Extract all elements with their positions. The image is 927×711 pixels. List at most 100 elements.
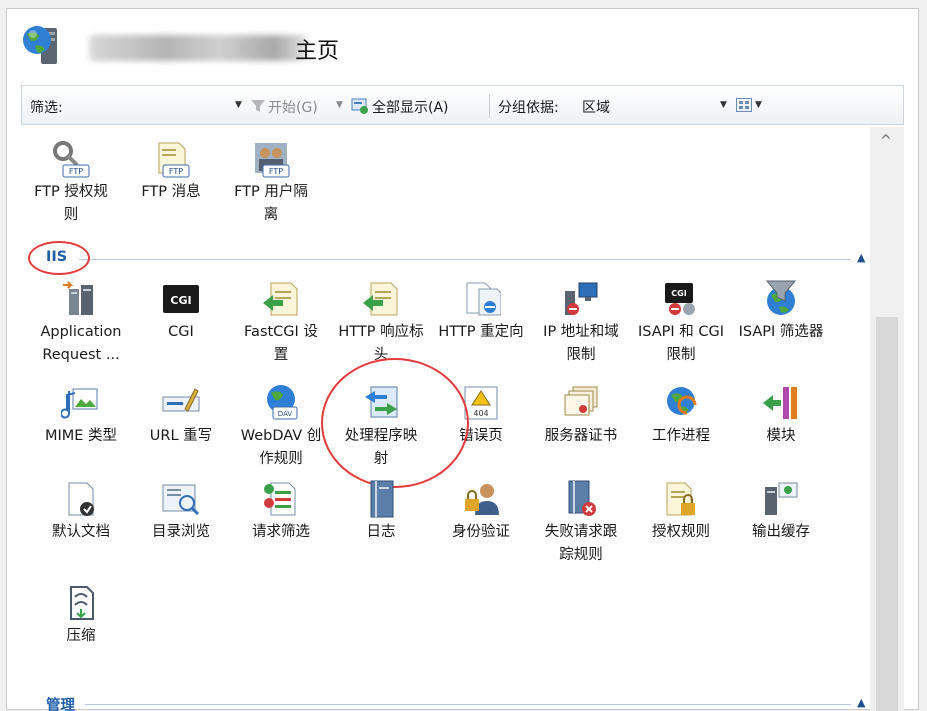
feature-fastcgi[interactable]: FastCGI 设 置 xyxy=(231,279,331,367)
collapse-manage-icon[interactable]: ▲ xyxy=(857,696,865,709)
feature-ftp-messages[interactable]: FTP FTP 消息 xyxy=(121,139,221,204)
page-title: 主页 xyxy=(295,39,340,64)
feature-label: WebDAV 创 作规则 xyxy=(240,428,322,467)
ip-domain-restrictions-icon xyxy=(565,282,598,315)
feature-label: 服务器证书 xyxy=(544,428,618,444)
feature-mime-types[interactable]: MIME 类型 xyxy=(31,383,131,448)
feature-request-filtering[interactable]: 请求筛选 xyxy=(231,479,331,544)
feature-url-rewrite[interactable]: URL 重写 xyxy=(131,383,231,448)
filter-dropdown-arrow-icon[interactable]: ▼ xyxy=(235,100,242,110)
svg-text:CGI: CGI xyxy=(170,294,191,307)
ftp-messages-icon: FTP xyxy=(158,142,190,178)
page-header: 主页 xyxy=(7,9,920,84)
show-all-button[interactable]: 全部显示(A) xyxy=(372,97,449,117)
group-by-value: 区域 xyxy=(582,100,610,116)
feature-label: Application Request ... xyxy=(40,324,122,363)
feature-ftp-authorization[interactable]: FTP FTP 授权规 则 xyxy=(21,139,121,227)
ftp-authorization-icon: FTP xyxy=(53,141,90,178)
feature-webdav[interactable]: DAV WebDAV 创 作规则 xyxy=(231,383,331,471)
group-by-dropdown-arrow-icon[interactable]: ▼ xyxy=(720,100,727,110)
feature-http-redirect[interactable]: HTTP 重定向 xyxy=(431,279,531,344)
compression-icon xyxy=(70,586,94,620)
toolbar-separator xyxy=(489,94,490,118)
ftp-user-isolation-icon: FTP xyxy=(255,143,290,178)
modules-icon xyxy=(763,387,797,419)
feature-label: 默认文档 xyxy=(52,524,110,540)
http-response-headers-icon xyxy=(363,282,398,316)
default-document-icon xyxy=(68,482,94,516)
filter-label: 筛选: xyxy=(30,100,63,116)
feature-isapi-filters[interactable]: ISAPI 筛选器 xyxy=(731,279,831,344)
svg-text:CGI: CGI xyxy=(671,289,686,298)
view-mode-icon[interactable] xyxy=(736,98,752,112)
feature-label: 日志 xyxy=(366,524,396,540)
features-view: FTP FTP 授权规 则 FTP FTP 消息 FTP FTP 用户隔 离 I… xyxy=(21,127,870,711)
isapi-cgi-restrictions-icon: CGI xyxy=(665,283,695,315)
scrollbar-thumb[interactable] xyxy=(876,317,898,711)
filter-input[interactable] xyxy=(70,92,244,118)
feature-server-certificates[interactable]: 服务器证书 xyxy=(531,383,631,448)
feature-ftp-user-isolation[interactable]: FTP FTP 用户隔 离 xyxy=(221,139,321,227)
feature-modules[interactable]: 模块 xyxy=(731,383,831,448)
feature-output-caching[interactable]: 输出缓存 xyxy=(731,479,831,544)
feature-ip-domain-restrictions[interactable]: IP 地址和域 限制 xyxy=(531,279,631,367)
feature-label: ISAPI 和 CGI 限制 xyxy=(637,324,725,363)
feature-label: 身份验证 xyxy=(452,524,510,540)
feature-label: 失败请求跟 踪规则 xyxy=(544,524,618,563)
iis-manager-window: 主页 筛选: ▼ 开始(G) ▼ 全部显示(A) 分组依据: 区域 ▼ ▼ FT… xyxy=(6,8,920,711)
feature-logging[interactable]: 日志 xyxy=(331,479,431,544)
authorization-rules-icon xyxy=(666,482,695,516)
feature-authentication[interactable]: 身份验证 xyxy=(431,479,531,544)
collapse-iis-icon[interactable]: ▲ xyxy=(857,251,865,264)
scroll-up-arrow-icon[interactable]: ^ xyxy=(880,133,892,149)
view-mode-dropdown-arrow-icon[interactable]: ▼ xyxy=(755,100,762,110)
feature-application-request-routing[interactable]: Application Request ... xyxy=(31,279,131,367)
svg-text:DAV: DAV xyxy=(278,410,293,418)
feature-label: FastCGI 设 置 xyxy=(244,324,318,363)
output-caching-icon xyxy=(765,482,798,515)
toolbar: 筛选: ▼ 开始(G) ▼ 全部显示(A) 分组依据: 区域 ▼ ▼ xyxy=(21,85,904,125)
show-all-icon xyxy=(351,98,368,114)
feature-failed-request-tracing[interactable]: 失败请求跟 踪规则 xyxy=(531,479,631,567)
feature-compression[interactable]: 压缩 xyxy=(31,583,131,648)
feature-cgi[interactable]: CGI CGI xyxy=(131,279,231,344)
authentication-icon xyxy=(465,484,499,515)
directory-browsing-icon xyxy=(162,484,200,516)
server-certificates-icon xyxy=(564,386,598,416)
feature-worker-processes[interactable]: 工作进程 xyxy=(631,383,731,448)
category-manage-label[interactable]: 管理 xyxy=(46,694,75,711)
feature-default-document[interactable]: 默认文档 xyxy=(31,479,131,544)
feature-label: FTP 消息 xyxy=(141,184,201,200)
start-button[interactable]: 开始(G) xyxy=(268,97,318,117)
application-request-routing-icon xyxy=(63,281,93,315)
category-divider xyxy=(85,704,851,705)
feature-directory-browsing[interactable]: 目录浏览 xyxy=(131,479,231,544)
svg-text:FTP: FTP xyxy=(269,167,283,176)
feature-http-response-headers[interactable]: HTTP 响应标 头 xyxy=(331,279,431,367)
feature-label: ISAPI 筛选器 xyxy=(738,324,824,340)
globe-server-icon xyxy=(23,26,57,64)
feature-label: 工作进程 xyxy=(652,428,710,444)
group-by-label: 分组依据: xyxy=(498,100,559,116)
feature-label: 目录浏览 xyxy=(152,524,210,540)
feature-label: CGI xyxy=(168,324,194,340)
feature-label: 输出缓存 xyxy=(752,524,810,540)
url-rewrite-icon xyxy=(162,388,200,412)
svg-text:FTP: FTP xyxy=(169,167,183,176)
start-dropdown-arrow-icon[interactable]: ▼ xyxy=(336,100,343,110)
svg-text:FTP: FTP xyxy=(69,167,83,176)
feature-label: FTP 授权规 则 xyxy=(34,184,108,223)
failed-request-tracing-icon xyxy=(568,480,596,516)
mime-types-icon xyxy=(61,388,98,419)
annotation-circle-iis xyxy=(28,241,90,275)
logging-icon xyxy=(370,480,394,518)
feature-label: MIME 类型 xyxy=(44,428,118,444)
vertical-scrollbar[interactable]: ^ xyxy=(870,127,904,711)
feature-isapi-cgi-restrictions[interactable]: CGI ISAPI 和 CGI 限制 xyxy=(631,279,731,367)
annotation-circle-handler-mappings xyxy=(321,358,469,488)
cgi-icon: CGI xyxy=(163,285,199,313)
feature-label: FTP 用户隔 离 xyxy=(234,184,308,223)
isapi-filters-icon xyxy=(765,280,797,315)
feature-authorization-rules[interactable]: 授权规则 xyxy=(631,479,731,544)
feature-label: URL 重写 xyxy=(149,428,213,444)
